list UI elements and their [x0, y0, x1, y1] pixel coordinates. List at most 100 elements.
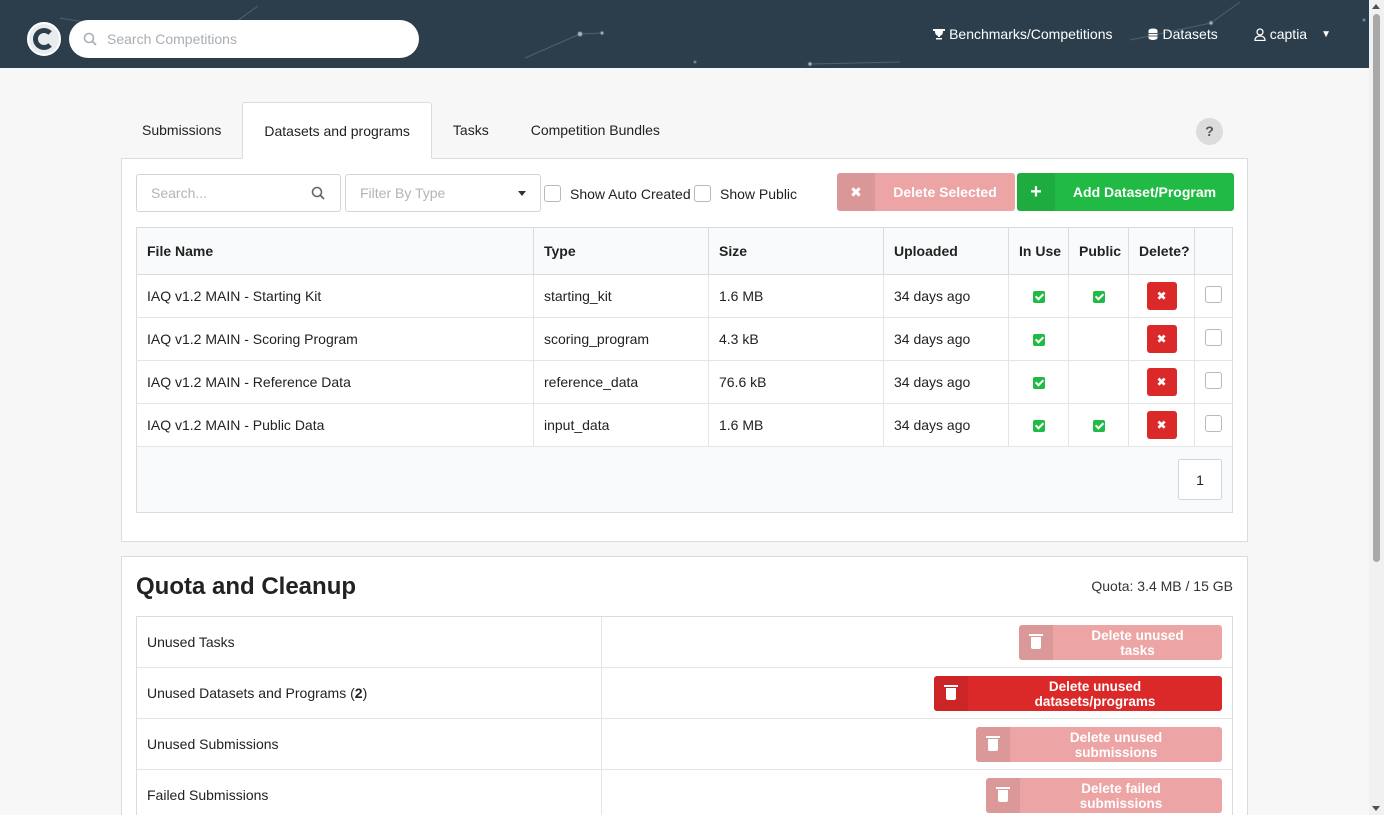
- add-dataset-button[interactable]: + Add Dataset/Program: [1017, 173, 1234, 211]
- user-menu-dropdown[interactable]: captia ▼: [1254, 26, 1331, 42]
- unused-datasets-suffix: ): [362, 685, 368, 701]
- cleanup-row-label: Failed Submissions: [137, 770, 602, 815]
- quota-cleanup-panel: Quota and Cleanup Quota: 3.4 MB / 15 GB …: [121, 556, 1248, 815]
- type-cell: starting_kit: [533, 274, 709, 318]
- search-icon: [311, 186, 325, 200]
- delete-row-button[interactable]: ✖: [1146, 325, 1177, 353]
- chevron-down-icon: ▼: [1321, 28, 1331, 40]
- filter-by-type-dropdown[interactable]: Filter By Type: [345, 174, 541, 212]
- trash-icon: [1019, 625, 1053, 660]
- competition-search-input[interactable]: [107, 31, 407, 47]
- close-icon: ✖: [837, 173, 875, 211]
- type-cell: input_data: [533, 403, 709, 447]
- scroll-down-icon[interactable]: [1372, 806, 1380, 811]
- file-name-cell: IAQ v1.2 MAIN - Public Data: [136, 403, 534, 447]
- trophy-icon: [933, 29, 946, 40]
- table-row[interactable]: IAQ v1.2 MAIN - Scoring Program scoring_…: [136, 317, 1233, 361]
- show-public-checkbox[interactable]: [694, 185, 711, 202]
- size-cell: 4.3 kB: [708, 317, 884, 361]
- row-select-checkbox[interactable]: [1205, 371, 1222, 389]
- tab-datasets-and-programs[interactable]: Datasets and programs: [242, 102, 432, 159]
- table-row[interactable]: IAQ v1.2 MAIN - Public Data input_data 1…: [136, 403, 1233, 447]
- row-select-checkbox[interactable]: [1205, 328, 1222, 346]
- plus-icon: +: [1017, 173, 1055, 211]
- check-icon: [1092, 420, 1105, 433]
- management-tabs: Submissions Datasets and programs Tasks …: [121, 102, 681, 159]
- dropdown-arrow-icon: [518, 190, 526, 196]
- datasets-panel: Filter By Type Show Auto Created Show Pu…: [121, 158, 1248, 542]
- select-cell: [1194, 274, 1233, 318]
- uploaded-cell: 34 days ago: [883, 403, 1009, 447]
- col-delete: Delete?: [1128, 227, 1195, 275]
- table-row[interactable]: IAQ v1.2 MAIN - Starting Kit starting_ki…: [136, 274, 1233, 318]
- scrollbar-thumb[interactable]: [1373, 14, 1380, 562]
- delete-row-button[interactable]: ✖: [1146, 368, 1177, 396]
- pagination-page-button[interactable]: 1: [1178, 459, 1222, 500]
- public-cell: [1068, 360, 1129, 404]
- cleanup-table: Unused Tasks Delete unused tasks Unused …: [136, 616, 1233, 815]
- quota-title: Quota and Cleanup: [136, 573, 357, 600]
- delete-row-button[interactable]: ✖: [1146, 282, 1177, 310]
- tab-tasks[interactable]: Tasks: [432, 102, 510, 159]
- in-use-cell: [1008, 317, 1069, 361]
- cleanup-row-unused-tasks: Unused Tasks Delete unused tasks: [137, 617, 1232, 668]
- row-select-checkbox[interactable]: [1205, 414, 1222, 432]
- table-footer: 1: [136, 447, 1233, 513]
- select-cell: [1194, 317, 1233, 361]
- col-public[interactable]: Public: [1068, 227, 1129, 275]
- public-cell: [1068, 274, 1129, 318]
- page-scrollbar[interactable]: [1369, 0, 1384, 815]
- nav-benchmarks-link[interactable]: Benchmarks/Competitions: [933, 26, 1112, 42]
- table-row[interactable]: IAQ v1.2 MAIN - Reference Data reference…: [136, 360, 1233, 404]
- delete-unused-submissions-label: Delete unused submissions: [1069, 729, 1163, 760]
- unused-tasks-label: Unused Tasks: [147, 634, 235, 650]
- nav-datasets-link[interactable]: Datasets: [1148, 26, 1218, 42]
- show-auto-created-checkbox[interactable]: [544, 185, 561, 202]
- delete-selected-button[interactable]: ✖ Delete Selected: [837, 173, 1015, 211]
- size-cell: 76.6 kB: [708, 360, 884, 404]
- unused-submissions-label: Unused Submissions: [147, 736, 279, 752]
- datasets-table: File Name Type Size Uploaded In Use Publ…: [136, 227, 1233, 447]
- show-auto-created-toggle[interactable]: Show Auto Created: [544, 185, 691, 202]
- dataset-search-input[interactable]: [151, 185, 311, 201]
- delete-unused-datasets-label: Delete unused datasets/programs: [1034, 678, 1156, 709]
- search-icon: [83, 32, 97, 46]
- cleanup-row-unused-datasets: Unused Datasets and Programs (2) Delete …: [137, 668, 1232, 719]
- uploaded-cell: 34 days ago: [883, 360, 1009, 404]
- delete-failed-submissions-button[interactable]: Delete failed submissions: [986, 778, 1222, 813]
- delete-unused-datasets-button[interactable]: Delete unused datasets/programs: [934, 676, 1222, 711]
- failed-submissions-label: Failed Submissions: [147, 787, 269, 803]
- check-icon: [1032, 377, 1045, 390]
- delete-row-button[interactable]: ✖: [1146, 411, 1177, 439]
- check-icon: [1032, 291, 1045, 304]
- scroll-up-icon[interactable]: [1372, 4, 1380, 9]
- public-cell: [1068, 403, 1129, 447]
- cleanup-row-failed-submissions: Failed Submissions Delete failed submiss…: [137, 770, 1232, 815]
- quota-info: Quota: 3.4 MB / 15 GB: [1091, 578, 1233, 594]
- delete-cell: ✖: [1128, 403, 1195, 447]
- filter-by-type-placeholder: Filter By Type: [360, 185, 446, 201]
- help-button[interactable]: ?: [1196, 118, 1223, 145]
- competition-search-box: [69, 20, 419, 58]
- row-select-checkbox[interactable]: [1205, 285, 1222, 303]
- delete-unused-submissions-button[interactable]: Delete unused submissions: [976, 727, 1222, 762]
- show-public-toggle[interactable]: Show Public: [694, 185, 797, 202]
- col-file-name[interactable]: File Name: [136, 227, 534, 275]
- tab-competition-bundles[interactable]: Competition Bundles: [510, 102, 681, 159]
- col-type[interactable]: Type: [533, 227, 709, 275]
- col-in-use[interactable]: In Use: [1008, 227, 1069, 275]
- tab-submissions[interactable]: Submissions: [121, 102, 242, 159]
- col-uploaded[interactable]: Uploaded: [883, 227, 1009, 275]
- uploaded-cell: 34 days ago: [883, 274, 1009, 318]
- trash-icon: [986, 778, 1020, 813]
- col-select: [1194, 227, 1233, 275]
- size-cell: 1.6 MB: [708, 403, 884, 447]
- user-icon: [1254, 27, 1266, 41]
- show-public-label: Show Public: [720, 185, 798, 202]
- user-name-label: captia: [1269, 26, 1308, 42]
- trash-icon: [934, 676, 968, 711]
- delete-unused-tasks-button[interactable]: Delete unused tasks: [1019, 625, 1222, 660]
- site-logo[interactable]: [27, 22, 61, 56]
- unused-datasets-count: 2: [354, 685, 363, 701]
- col-size[interactable]: Size: [708, 227, 884, 275]
